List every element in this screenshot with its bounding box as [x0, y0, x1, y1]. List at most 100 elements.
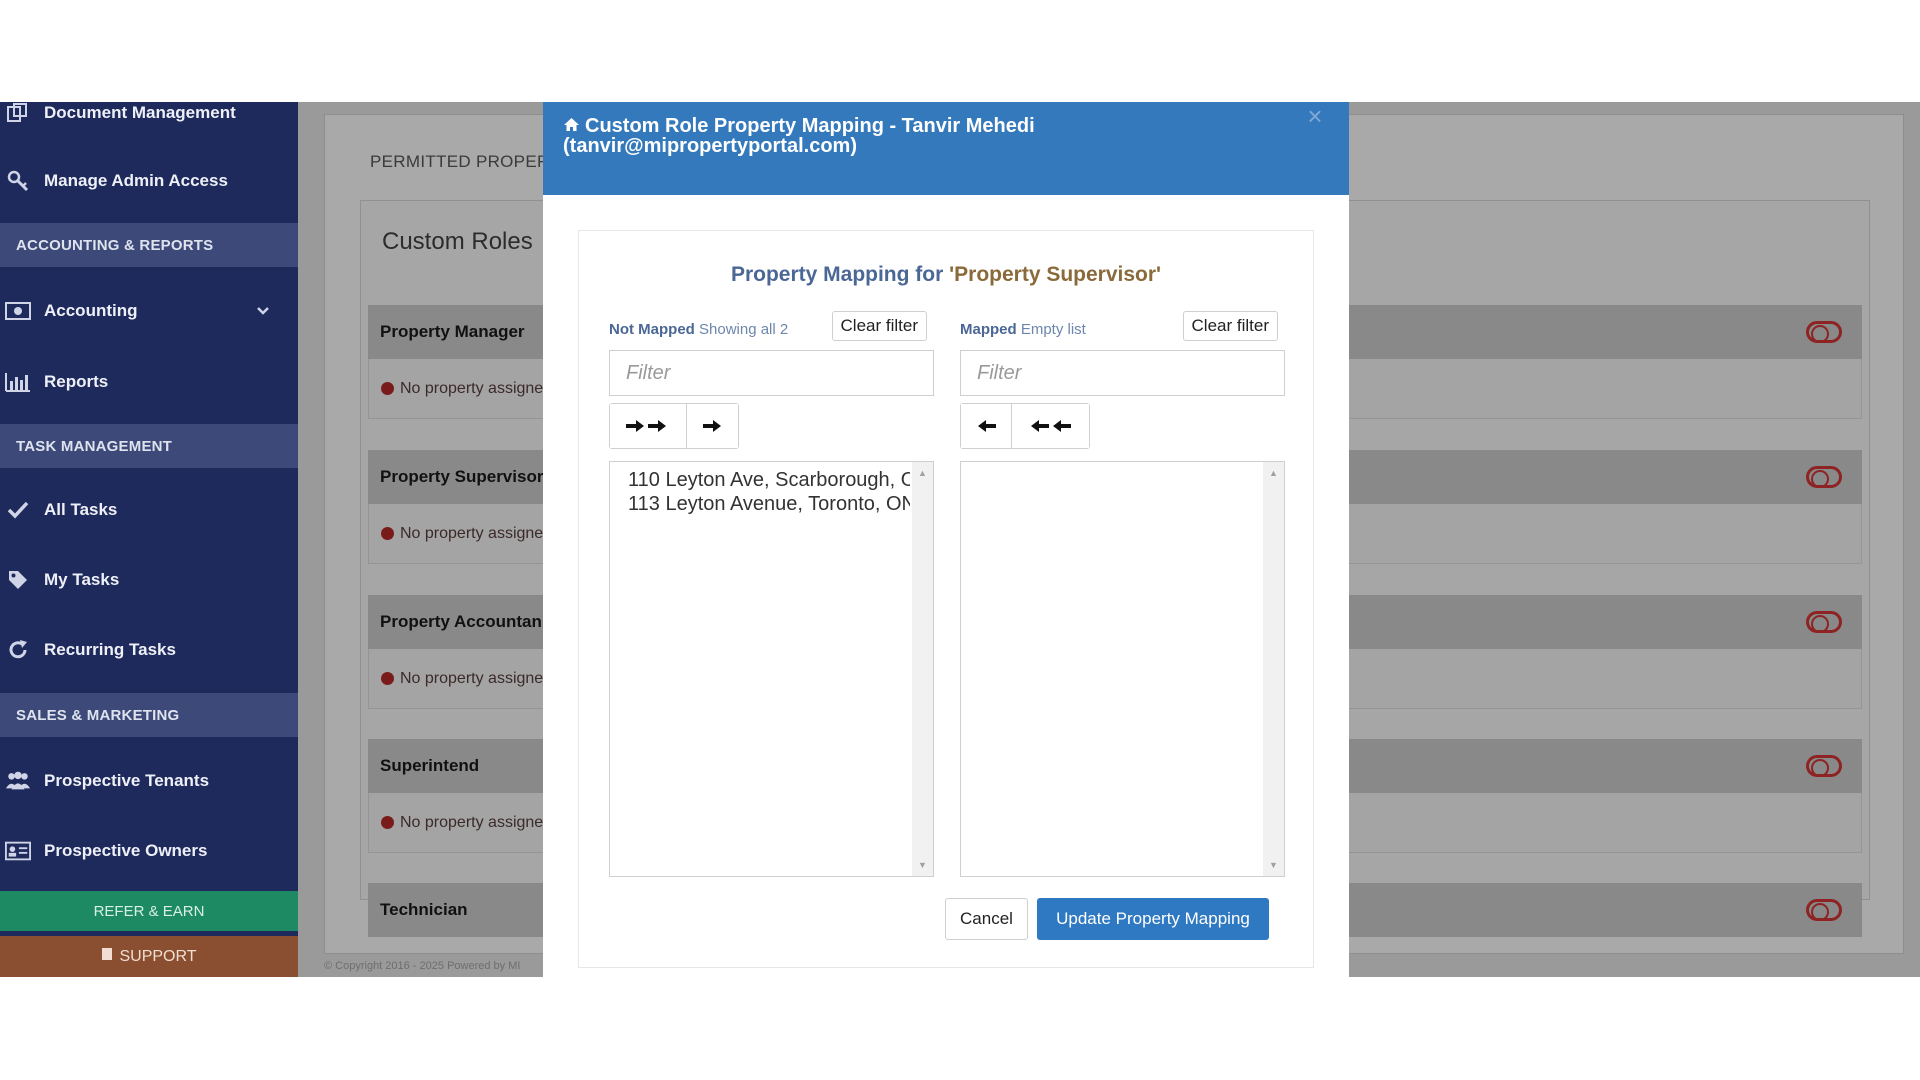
scroll-down-icon[interactable]: ▼ — [912, 856, 933, 874]
role-toggle[interactable] — [1806, 755, 1842, 777]
mapped-label: Mapped Empty list — [960, 321, 1086, 338]
modal-title-text: Custom Role Property Mapping - Tanvir Me… — [563, 115, 1035, 157]
close-button[interactable]: × — [1303, 103, 1327, 129]
list-items: 110 Leyton Ave, Scarborough, ON 113 Leyt… — [610, 468, 910, 516]
role-status: No property assigne — [400, 379, 544, 397]
sidebar-item-prospective-tenants[interactable]: Prospective Tenants — [0, 756, 298, 806]
role-toggle[interactable] — [1806, 466, 1842, 488]
tag-icon — [5, 568, 31, 592]
check-icon — [5, 498, 31, 522]
support-icon — [101, 947, 113, 966]
cancel-button[interactable]: Cancel — [945, 898, 1028, 940]
status-dot-icon — [381, 527, 394, 540]
copyright-text: © Copyright 2016 - 2025 Powered by MI — [324, 960, 521, 972]
section-accounting-reports: ACCOUNTING & REPORTS — [0, 223, 298, 267]
mapped-title: Mapped — [960, 321, 1017, 338]
custom-roles-title: Custom Roles — [382, 228, 533, 255]
role-status: No property assigne — [400, 813, 544, 831]
sidebar-item-label: Document Management — [44, 103, 236, 122]
list-item[interactable]: 113 Leyton Avenue, Toronto, ON — [610, 492, 910, 516]
modal-title: Custom Role Property Mapping - Tanvir Me… — [563, 116, 1283, 156]
role-name: Superintend — [380, 756, 480, 775]
sidebar-item-all-tasks[interactable]: All Tasks — [0, 485, 298, 535]
modal-header: Custom Role Property Mapping - Tanvir Me… — [543, 102, 1349, 195]
sidebar-item-document-management[interactable]: Document Management — [0, 102, 298, 138]
role-name: Property Manager — [380, 322, 525, 341]
remove-all-button[interactable] — [1012, 404, 1089, 448]
section-sales-marketing: SALES & MARKETING — [0, 693, 298, 737]
mapped-list[interactable]: ▲ ▼ — [960, 461, 1285, 877]
panel-title-prefix: Property Mapping for — [730, 263, 950, 286]
role-name: Property Accountan — [380, 612, 542, 631]
id-card-icon — [5, 839, 31, 863]
list-item[interactable]: 110 Leyton Ave, Scarborough, ON — [610, 468, 910, 492]
status-dot-icon — [381, 382, 394, 395]
scroll-up-icon[interactable]: ▲ — [1263, 464, 1284, 482]
double-arrow-right-icon — [626, 420, 666, 432]
refresh-icon — [5, 638, 31, 662]
role-name: Technician — [380, 900, 468, 919]
sidebar-item-manage-admin-access[interactable]: Manage Admin Access — [0, 156, 298, 206]
arrow-left-icon — [978, 420, 996, 432]
status-dot-icon — [381, 672, 394, 685]
permitted-properties-title: PERMITTED PROPERT — [370, 152, 560, 171]
arrow-right-icon — [702, 420, 721, 432]
move-buttons — [609, 403, 739, 449]
sidebar-item-label: Prospective Owners — [44, 841, 208, 860]
bar-chart-icon — [5, 370, 31, 394]
sidebar-item-label: Accounting — [44, 301, 138, 320]
panel-title: Property Mapping for 'Property Superviso… — [579, 263, 1313, 287]
role-toggle[interactable] — [1806, 321, 1842, 343]
not-mapped-filter-input[interactable] — [609, 350, 934, 396]
support-button[interactable]: SUPPORT — [0, 936, 298, 977]
app-window: Document Management Manage Admin Access … — [0, 102, 1920, 977]
sidebar-item-label: Manage Admin Access — [44, 171, 228, 190]
not-mapped-list[interactable]: 110 Leyton Ave, Scarborough, ON 113 Leyt… — [609, 461, 934, 877]
chevron-down-icon — [256, 301, 270, 321]
remove-selected-button[interactable] — [961, 404, 1012, 448]
home-icon — [563, 116, 581, 136]
document-icon — [5, 102, 31, 125]
sidebar-item-label: Reports — [44, 372, 109, 391]
clear-filter-button[interactable]: Clear filter — [1182, 311, 1278, 341]
sidebar-item-label: My Tasks — [44, 570, 120, 589]
mapped-count: Empty list — [1020, 321, 1086, 338]
scrollbar[interactable]: ▲ ▼ — [1263, 462, 1284, 876]
scrollbar[interactable]: ▲ ▼ — [912, 462, 933, 876]
users-icon — [5, 769, 31, 793]
clear-filter-button[interactable]: Clear filter — [831, 311, 927, 341]
double-arrow-left-icon — [1030, 420, 1071, 432]
role-name: Property Supervisor — [380, 467, 544, 486]
panel-title-role: 'Property Supervisor' — [949, 263, 1162, 286]
scroll-down-icon[interactable]: ▼ — [1263, 856, 1284, 874]
sidebar: Document Management Manage Admin Access … — [0, 102, 298, 977]
role-status: No property assigne — [400, 669, 544, 687]
sidebar-item-label: Prospective Tenants — [44, 771, 210, 790]
key-icon — [5, 169, 31, 193]
section-task-management: TASK MANAGEMENT — [0, 424, 298, 468]
not-mapped-count: Showing all 2 — [699, 321, 789, 338]
mapping-panel: Property Mapping for 'Property Superviso… — [578, 230, 1314, 968]
sidebar-item-prospective-owners[interactable]: Prospective Owners — [0, 826, 298, 876]
sidebar-item-accounting[interactable]: Accounting — [0, 286, 298, 336]
move-selected-button[interactable] — [687, 404, 738, 448]
sidebar-item-recurring-tasks[interactable]: Recurring Tasks — [0, 625, 298, 675]
role-status: No property assigne — [400, 524, 544, 542]
move-all-button[interactable] — [610, 404, 687, 448]
role-toggle[interactable] — [1806, 899, 1842, 921]
update-property-mapping-button[interactable]: Update Property Mapping — [1037, 898, 1269, 940]
sidebar-item-my-tasks[interactable]: My Tasks — [0, 555, 298, 605]
support-label: SUPPORT — [119, 947, 197, 965]
not-mapped-label: Not Mapped Showing all 2 — [609, 321, 788, 338]
sidebar-item-label: Recurring Tasks — [44, 640, 176, 659]
refer-earn-button[interactable]: REFER & EARN — [0, 891, 298, 931]
sidebar-item-reports[interactable]: Reports — [0, 357, 298, 407]
role-toggle[interactable] — [1806, 611, 1842, 633]
mapped-filter-input[interactable] — [960, 350, 1285, 396]
status-dot-icon — [381, 816, 394, 829]
remove-buttons — [960, 403, 1090, 449]
property-mapping-modal: Custom Role Property Mapping - Tanvir Me… — [543, 102, 1349, 977]
not-mapped-title: Not Mapped — [609, 321, 695, 338]
sidebar-item-label: All Tasks — [44, 500, 118, 519]
scroll-up-icon[interactable]: ▲ — [912, 464, 933, 482]
